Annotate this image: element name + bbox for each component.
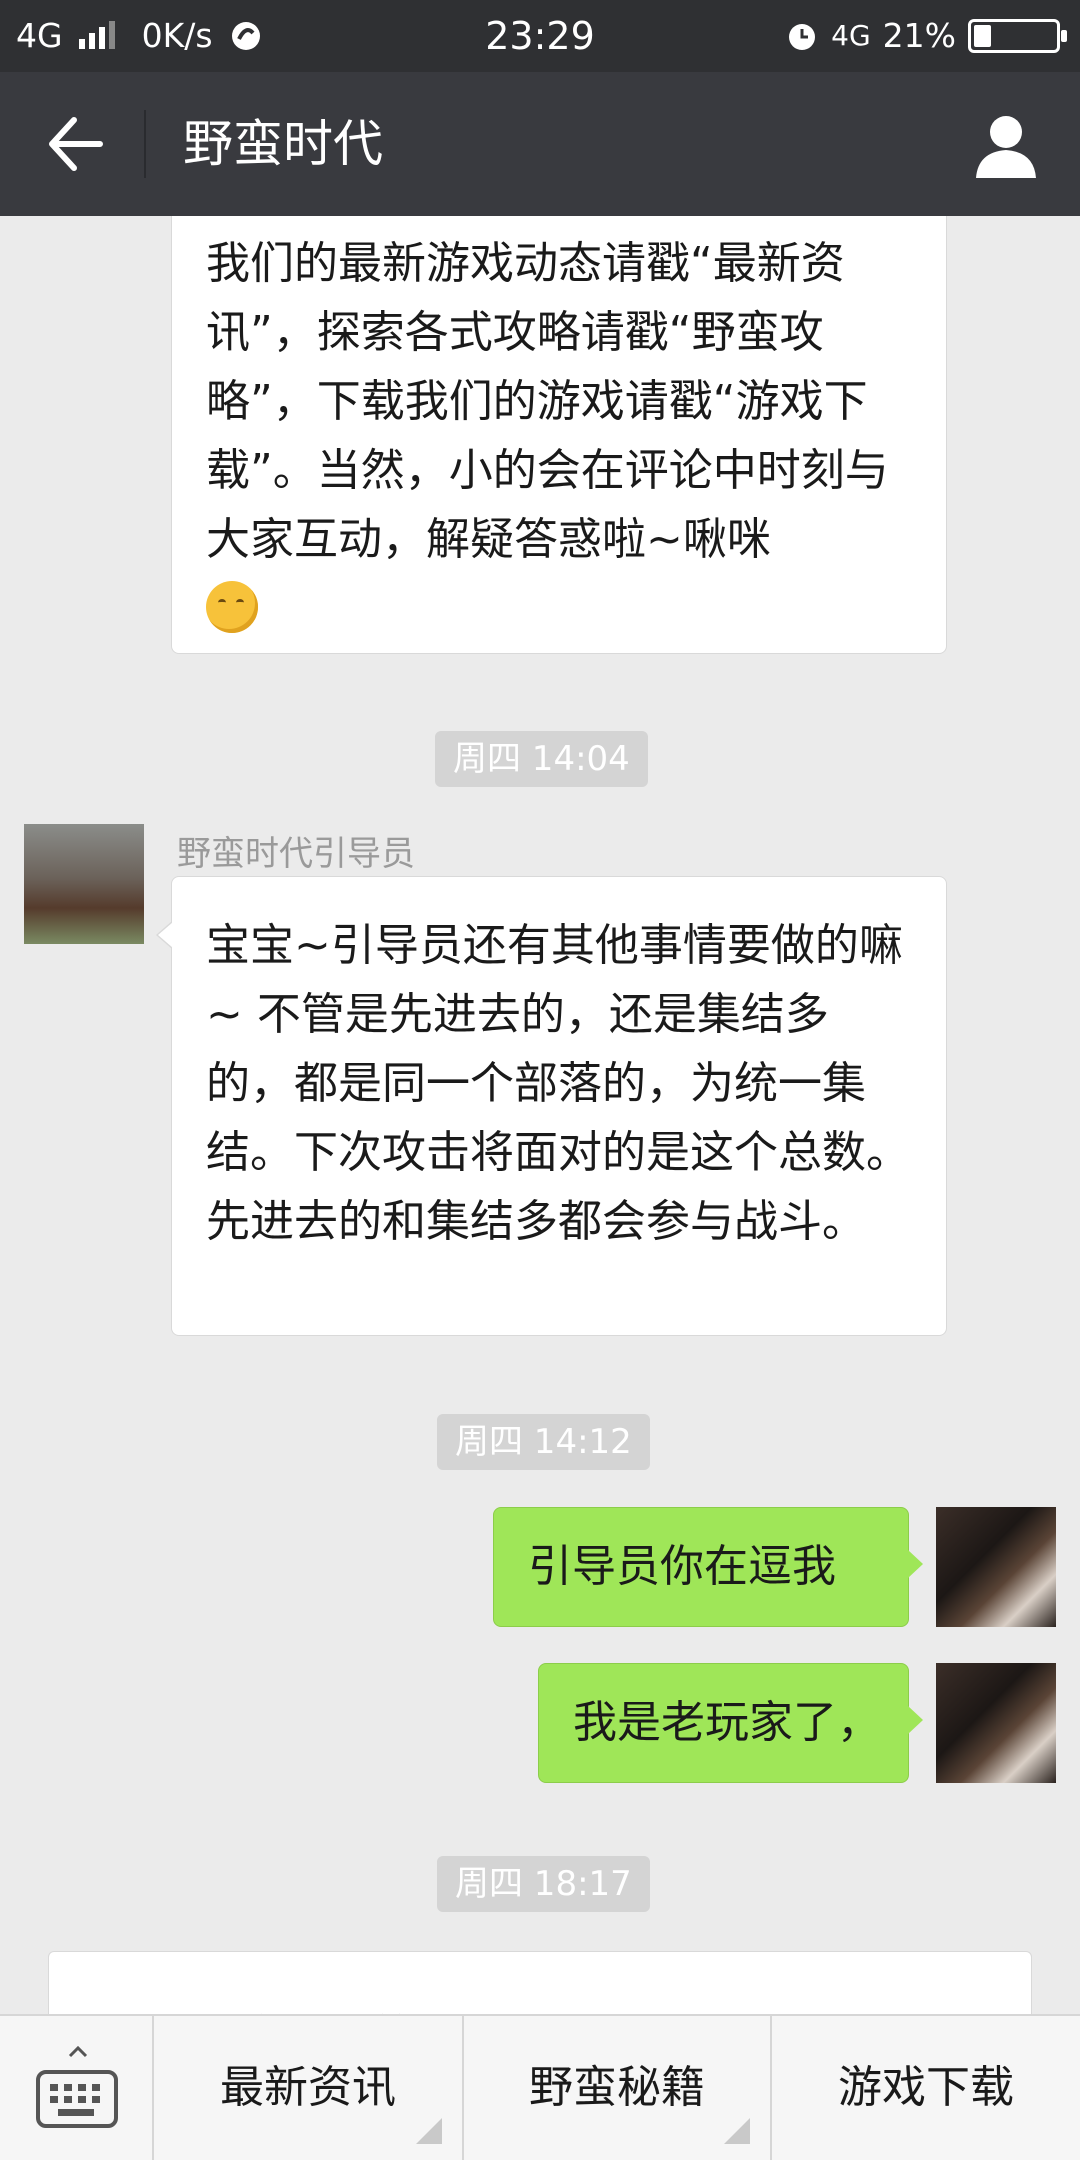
message-bubble-reply-2[interactable]: 我是老玩家了，: [538, 1663, 923, 1783]
alarm-icon: [789, 24, 816, 50]
message-text-intro: 我们的最新游戏动态请戳“最新资讯”，探索各式攻略请戳“野蛮攻略”，下载我们的游戏…: [206, 238, 889, 565]
battery-percent: 21%: [882, 16, 956, 55]
message-text-guide: 宝宝~引导员还有其他事情要做的嘛~ 不管是先进去的，还是集结多的，都是同一个部落…: [206, 920, 910, 1247]
avatar-self[interactable]: [936, 1507, 1056, 1627]
timestamp: 周四 14:04: [435, 731, 648, 787]
message-bubble-reply-1[interactable]: 引导员你在逗我: [493, 1507, 923, 1627]
avatar-self[interactable]: [936, 1663, 1056, 1783]
keyboard-toggle[interactable]: [0, 2016, 154, 2160]
profile-icon[interactable]: [970, 108, 1042, 180]
menu-secrets[interactable]: 野蛮秘籍: [464, 2016, 772, 2160]
kiss-emoji-icon: [206, 581, 258, 633]
nav-divider: [144, 110, 146, 178]
chat-area[interactable]: 我们的最新游戏动态请戳“最新资讯”，探索各式攻略请戳“野蛮攻略”，下载我们的游戏…: [0, 216, 1080, 2014]
menu-label-secrets: 野蛮秘籍: [529, 2062, 705, 2113]
menu-label-latest-news: 最新资讯: [220, 2062, 396, 2113]
menu-game-download[interactable]: 游戏下载: [772, 2016, 1080, 2160]
timestamp: 周四 18:17: [437, 1856, 650, 1912]
menu-label-game-download: 游戏下载: [838, 2062, 1014, 2113]
timestamp: 周四 14:12: [437, 1414, 650, 1470]
article-card[interactable]: 【三六道漫话第三计】林惠已战为终在: [48, 1951, 1032, 2014]
message-bubble-intro[interactable]: 我们的最新游戏动态请戳“最新资讯”，探索各式攻略请戳“野蛮攻略”，下载我们的游戏…: [171, 216, 947, 654]
title-bar: 野蛮时代: [0, 72, 1080, 216]
avatar-guide[interactable]: [24, 824, 144, 944]
network-type-right: 4G: [831, 19, 871, 52]
chevron-up-icon: [68, 2046, 88, 2058]
article-title: 【三六道漫话第三计】林惠已战为终在: [109, 2000, 857, 2014]
keyboard-icon: [36, 2070, 118, 2128]
back-arrow-icon[interactable]: [40, 110, 108, 178]
status-bar: 4G 0K/s 23:29 4G 21%: [0, 0, 1080, 72]
menu-latest-news[interactable]: 最新资讯: [154, 2016, 464, 2160]
submenu-indicator-icon: [416, 2118, 442, 2144]
bottom-menu: 最新资讯 野蛮秘籍 游戏下载: [0, 2014, 1080, 2160]
sender-name: 野蛮时代引导员: [177, 834, 415, 874]
chat-title: 野蛮时代: [183, 115, 383, 173]
message-text-reply-2: 我是老玩家了，: [573, 1697, 881, 1748]
message-text-reply-1: 引导员你在逗我: [528, 1541, 836, 1592]
battery-icon: [968, 19, 1067, 53]
submenu-indicator-icon: [724, 2118, 750, 2144]
message-bubble-guide[interactable]: 宝宝~引导员还有其他事情要做的嘛~ 不管是先进去的，还是集结多的，都是同一个部落…: [156, 876, 947, 1336]
status-right: 4G 21%: [785, 16, 1067, 56]
